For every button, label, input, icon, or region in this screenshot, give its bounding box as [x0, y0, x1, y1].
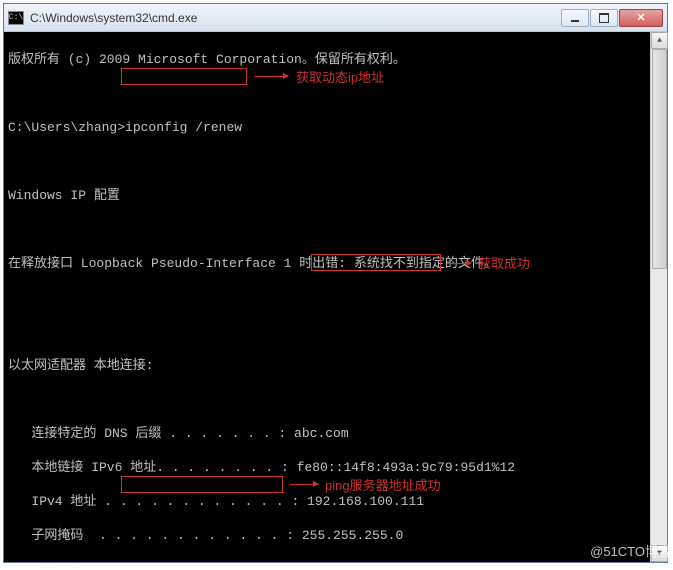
prompt: C:\Users\zhang>	[8, 120, 125, 135]
mask-label: 子网掩码 . . . . . . . . . . . . :	[8, 528, 302, 543]
close-button[interactable]	[619, 9, 663, 27]
mask-value: 255.255.255.0	[302, 528, 403, 543]
scroll-up-button[interactable]: ▲	[651, 32, 668, 49]
window-title: C:\Windows\system32\cmd.exe	[30, 11, 560, 25]
highlight-ipconfig-renew	[121, 68, 247, 85]
ethernet-adapter-header: 以太网适配器 本地连接:	[8, 357, 663, 374]
ipv6-value: fe80::14f8:493a:9c79:95d1%12	[297, 460, 515, 475]
cmd-window: C:\ C:\Windows\system32\cmd.exe 版权所有 (c)…	[3, 3, 668, 563]
arrow-icon	[447, 263, 471, 264]
cmd-icon: C:\	[8, 11, 24, 25]
arrow-icon	[254, 76, 288, 77]
highlight-ping	[121, 476, 283, 493]
titlebar[interactable]: C:\ C:\Windows\system32\cmd.exe	[4, 4, 667, 32]
ipv4-value: 192.168.100.111	[307, 494, 424, 509]
loopback-error: 在释放接口 Loopback Pseudo-Interface 1 时出错: 系…	[8, 255, 663, 272]
terminal-output[interactable]: 版权所有 (c) 2009 Microsoft Corporation。保留所有…	[4, 32, 667, 562]
window-controls	[560, 9, 663, 27]
ipv6-label: 本地链接 IPv6 地址. . . . . . . . :	[8, 460, 297, 475]
scrollbar[interactable]: ▲ ▼	[650, 32, 667, 562]
annotation-success: 获取成功	[478, 255, 530, 272]
watermark: @51CTO博客	[590, 541, 671, 560]
annotation-dynamic-ip: 获取动态ip地址	[296, 69, 384, 86]
annotation-ping-success: ping服务器地址成功	[325, 477, 441, 494]
scroll-thumb[interactable]	[652, 49, 667, 269]
copyright-line: 版权所有 (c) 2009 Microsoft Corporation。保留所有…	[8, 51, 663, 68]
ipv4-label: IPv4 地址 . . . . . . . . . . . . :	[8, 494, 307, 509]
dns-suffix-label: 连接特定的 DNS 后缀 . . . . . . . :	[8, 426, 294, 441]
ipconfig-header: Windows IP 配置	[8, 187, 663, 204]
arrow-icon	[290, 484, 318, 485]
minimize-button[interactable]	[561, 9, 589, 27]
command-text: ipconfig /renew	[125, 120, 242, 135]
dns-suffix-value: abc.com	[294, 426, 349, 441]
maximize-button[interactable]	[590, 9, 618, 27]
